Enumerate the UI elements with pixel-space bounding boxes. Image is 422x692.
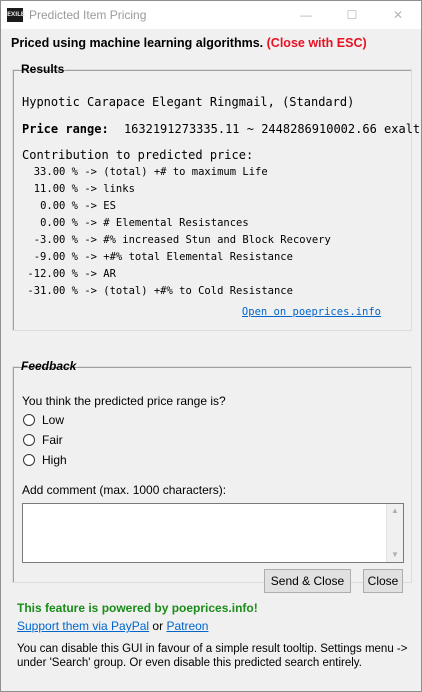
contribution-percent: -9.00 % [33,251,78,263]
paypal-link[interactable]: Support them via PayPal [17,619,149,633]
app-icon: EXILE [7,8,25,22]
contribution-percent: 0.00 % [40,200,78,212]
radio-fair-label: Fair [42,433,63,447]
radio-low-circle[interactable] [23,414,35,426]
contribution-text: -> (total) +#% to Cold Resistance [84,285,293,297]
results-legend: Results [21,62,65,76]
minimize-icon: — [300,8,312,22]
title-bar[interactable]: EXILE Predicted Item Pricing — ☐ ✕ [1,1,421,29]
contribution-percent: -12.00 % [27,268,78,280]
settings-note: You can disable this GUI in favour of a … [17,643,408,669]
radio-fair[interactable]: Fair [23,433,63,447]
contribution-list: 33.00 % -> (total) +# to maximum Life 11… [22,164,331,300]
contribution-percent: -3.00 % [33,234,78,246]
scroll-up-icon[interactable]: ▲ [387,504,403,518]
feedback-legend: Feedback [21,359,77,373]
contribution-row: 0.00 % -> # Elemental Resistances [22,215,331,232]
price-range-value: 1632191273335.11 ~ 2448286910002.66 exal… [123,122,421,136]
support-row: Support them via PayPal or Patreon [17,619,208,633]
close-icon: ✕ [392,8,404,22]
contribution-text: -> #% increased Stun and Block Recovery [84,234,331,246]
feedback-group: Feedback You think the predicted price r… [12,359,412,593]
headline-text: Priced using machine learning algorithms… [11,36,264,50]
radio-fair-circle[interactable] [23,434,35,446]
comment-label: Add comment (max. 1000 characters): [22,483,227,497]
radio-low-label: Low [42,413,65,427]
window-content: Priced using machine learning algorithms… [1,29,421,691]
headline: Priced using machine learning algorithms… [11,36,367,50]
window-title: Predicted Item Pricing [29,8,147,22]
scroll-down-icon[interactable]: ▼ [387,548,403,562]
close-button[interactable]: Close [363,569,403,593]
contribution-text: -> (total) +# to maximum Life [84,166,268,178]
contribution-text: -> +#% total Elemental Resistance [84,251,293,263]
price-range-label: Price range: [22,122,109,136]
contribution-text: -> # Elemental Resistances [84,217,249,229]
contribution-text: -> ES [84,200,116,212]
contribution-row: 11.00 % -> links [22,181,331,198]
comment-textarea[interactable]: ▲ ▼ [22,503,404,563]
contribution-percent: -31.00 % [27,285,78,297]
contribution-title: Contribution to predicted price: [22,148,254,162]
contribution-row: -3.00 % -> #% increased Stun and Block R… [22,232,331,249]
item-name: Hypnotic Carapace Elegant Ringmail, (Sta… [22,95,355,109]
or-text: or [152,619,164,633]
contribution-row: -9.00 % -> +#% total Elemental Resistanc… [22,249,331,266]
pricing-window: EXILE Predicted Item Pricing — ☐ ✕ Price… [0,0,422,692]
close-window-button[interactable]: ✕ [375,1,421,29]
contribution-row: -31.00 % -> (total) +#% to Cold Resistan… [22,283,331,300]
contribution-percent: 33.00 % [33,166,78,178]
radio-high-label: High [42,453,67,467]
comment-scrollbar[interactable]: ▲ ▼ [386,504,403,562]
contribution-text: -> AR [84,268,116,280]
contribution-text: -> links [84,183,135,195]
radio-high[interactable]: High [23,453,67,467]
contribution-percent: 11.00 % [33,183,78,195]
maximize-icon: ☐ [346,8,358,22]
headline-esc-hint: (Close with ESC) [266,36,367,50]
price-range-row: Price range: 1632191273335.11 ~ 24482869… [22,122,420,136]
contribution-row: 33.00 % -> (total) +# to maximum Life [22,164,331,181]
contribution-row: -12.00 % -> AR [22,266,331,283]
results-group: Results Hypnotic Carapace Elegant Ringma… [12,62,420,331]
maximize-button[interactable]: ☐ [329,1,375,29]
window-controls: — ☐ ✕ [283,1,421,29]
contribution-percent: 0.00 % [40,217,78,229]
powered-by-text: This feature is powered by poeprices.inf… [17,601,258,615]
send-and-close-button[interactable]: Send & Close [264,569,351,593]
contribution-row: 0.00 % -> ES [22,198,331,215]
patreon-link[interactable]: Patreon [166,619,208,633]
radio-low[interactable]: Low [23,413,64,427]
open-poeprices-link[interactable]: Open on poeprices.info [242,306,381,318]
feedback-question: You think the predicted price range is? [22,394,226,408]
radio-high-circle[interactable] [23,454,35,466]
minimize-button[interactable]: — [283,1,329,29]
